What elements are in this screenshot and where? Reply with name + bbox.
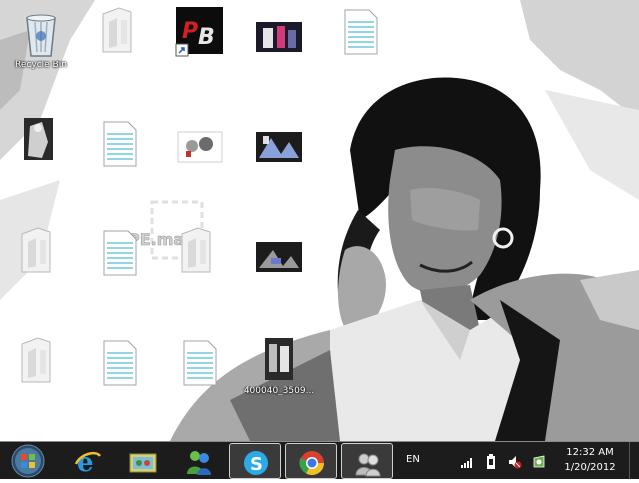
show-desktop-button[interactable] [629, 442, 639, 479]
image-file-icon[interactable] [251, 118, 307, 178]
recycle-bin-icon[interactable]: Recycle Bin [13, 6, 69, 70]
volume-muted-icon[interactable] [508, 454, 522, 473]
clock-time: 12:32 AM [566, 447, 614, 458]
taskbar: e S EN 12:32 AM 1/20/2012 [0, 441, 639, 479]
desktop[interactable]: PE.ma Recycle Bin P B 400040_3509... [0, 0, 639, 441]
system-tray [458, 454, 558, 470]
battery-icon[interactable] [484, 454, 498, 474]
skype-icon: S [244, 451, 268, 475]
text-document-icon[interactable] [92, 116, 148, 176]
svg-text:B: B [198, 25, 215, 50]
users-icon [355, 453, 381, 477]
clock-date: 1/20/2012 [564, 462, 616, 473]
point-blank-game-icon[interactable]: P B [172, 4, 228, 64]
internet-explorer-icon: e [74, 448, 102, 476]
games-folder-icon [129, 453, 157, 473]
taskbar-chrome[interactable] [285, 443, 337, 479]
text-document-icon[interactable] [92, 335, 148, 395]
text-document-icon[interactable] [172, 335, 228, 395]
folder-shortcut-icon[interactable] [170, 222, 226, 282]
taskbar-messenger[interactable] [173, 443, 225, 479]
taskbar-skype[interactable]: S [229, 443, 281, 479]
taskbar-internet-explorer[interactable]: e [62, 443, 114, 479]
image-file-label: 400040_3509... [243, 386, 315, 396]
svg-text:P: P [182, 19, 198, 44]
image-file-icon[interactable] [251, 228, 307, 288]
windows-live-messenger-icon [187, 451, 211, 475]
folder-shortcut-icon[interactable] [91, 2, 147, 62]
network-signal-icon[interactable] [460, 454, 474, 473]
text-document-icon[interactable] [333, 4, 389, 64]
folder-shortcut-icon[interactable] [10, 332, 66, 392]
action-center-icon[interactable] [532, 454, 546, 473]
recycle-bin-label: Recycle Bin [15, 60, 67, 70]
chrome-icon [299, 451, 324, 476]
taskbar-games[interactable] [117, 443, 169, 479]
language-indicator[interactable]: EN [406, 454, 420, 465]
image-file-icon[interactable]: 400040_3509... [244, 332, 314, 396]
image-file-icon[interactable] [251, 8, 307, 68]
photo-file-icon[interactable] [12, 112, 68, 172]
image-file-icon[interactable] [172, 118, 228, 178]
svg-text:S: S [250, 454, 263, 475]
taskbar-users[interactable] [341, 443, 393, 479]
start-button[interactable] [3, 443, 53, 479]
taskbar-clock[interactable]: 12:32 AM 1/20/2012 [555, 445, 625, 475]
text-document-icon[interactable] [92, 225, 148, 285]
folder-shortcut-icon[interactable] [10, 222, 66, 282]
